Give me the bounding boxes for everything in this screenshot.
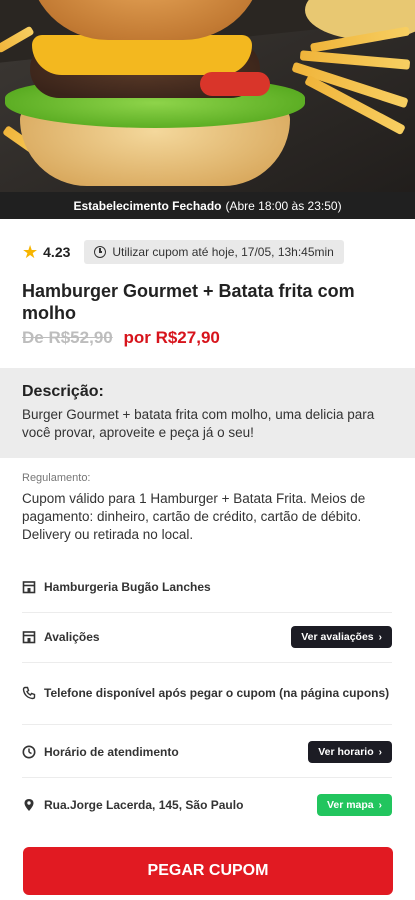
new-price: por R$27,90 [123, 328, 220, 347]
chevron-right-icon: › [378, 746, 382, 758]
view-reviews-button[interactable]: Ver avaliações › [291, 626, 392, 648]
view-hours-button[interactable]: Ver horario › [308, 741, 392, 763]
address-text: Rua.Jorge Lacerda, 145, São Paulo [44, 797, 244, 812]
star-icon: ★ [22, 242, 39, 262]
description-text: Burger Gourmet + batata frita com molho,… [22, 407, 375, 440]
hours-label: Horário de atendimento [44, 744, 179, 759]
description-section: Descrição: Burger Gourmet + batata frita… [0, 368, 415, 458]
view-hours-label: Ver horario [318, 746, 374, 758]
product-image [0, 0, 415, 192]
chevron-right-icon: › [378, 799, 382, 811]
phone-row: Telefone disponível após pegar o cupom (… [22, 662, 392, 725]
product-title: Hamburger Gourmet + Batata frita com mol… [22, 281, 355, 323]
clock-icon [22, 745, 36, 759]
regulation-text: Cupom válido para 1 Hamburger + Batata F… [22, 491, 366, 542]
pin-icon [24, 799, 34, 811]
rating-coupon-row: ★ 4.23 Utilizar cupom até hoje, 17/05, 1… [22, 240, 344, 264]
old-price: De R$52,90 [22, 328, 113, 347]
address-row: Rua.Jorge Lacerda, 145, São Paulo Ver ma… [22, 780, 392, 830]
rating-value: 4.23 [43, 244, 71, 260]
store-status-bar: Estabelecimento Fechado (Abre 18:00 às 2… [0, 192, 415, 219]
regulation-label: Regulamento: [22, 472, 91, 484]
view-map-label: Ver mapa [326, 799, 374, 811]
phone-info: Telefone disponível após pegar o cupom (… [44, 685, 390, 700]
price-block: De R$52,90 por R$27,90 [22, 328, 220, 348]
store-icon [22, 581, 36, 594]
phone-icon [22, 686, 36, 700]
store-status: Estabelecimento Fechado [73, 198, 222, 213]
store-row: Hamburgeria Bugão Lanches [22, 562, 392, 613]
clock-icon [94, 246, 107, 258]
view-map-button[interactable]: Ver mapa › [316, 794, 392, 816]
hours-row: Horário de atendimento Ver horario › [22, 727, 392, 778]
view-reviews-label: Ver avaliações [301, 631, 374, 643]
store-hours: (Abre 18:00 às 23:50) [225, 198, 342, 213]
coupon-validity-badge: Utilizar cupom até hoje, 17/05, 13h:45mi… [84, 240, 344, 264]
reviews-row: Avalições Ver avaliações › [22, 612, 392, 663]
description-heading: Descrição: [22, 383, 104, 400]
coupon-validity-text: Utilizar cupom até hoje, 17/05, 13h:45mi… [112, 245, 334, 259]
get-coupon-button[interactable]: PEGAR CUPOM [23, 847, 393, 895]
store-name: Hamburgeria Bugão Lanches [44, 579, 211, 594]
reviews-icon [22, 631, 36, 644]
reviews-label: Avalições [44, 629, 100, 644]
chevron-right-icon: › [378, 631, 382, 643]
